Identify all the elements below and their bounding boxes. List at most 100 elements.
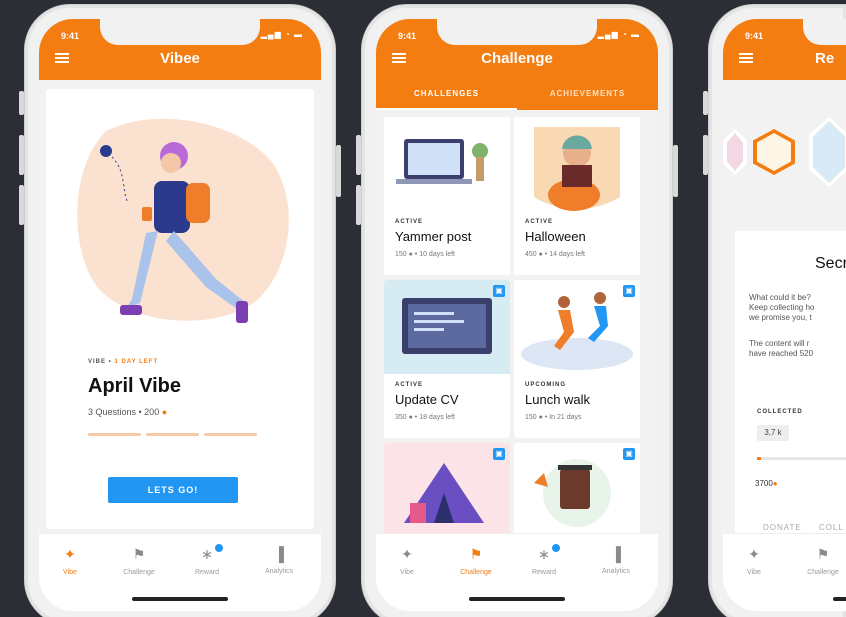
- nav-reward[interactable]: ∗ Reward: [514, 542, 574, 576]
- nav-challenge[interactable]: ⚑ Challenge: [446, 546, 506, 576]
- lock-icon: ▣: [623, 285, 635, 297]
- phone-side-button: [703, 91, 708, 115]
- phone-challenge: 9:41 ▂▄▆ ◔ ▬ Challenge CHALLENGES ACHIEV…: [356, 4, 678, 617]
- nav-label: Analytics: [264, 568, 293, 575]
- collected-label: COLLECTED: [757, 409, 803, 415]
- collect-button[interactable]: COLL: [819, 523, 844, 532]
- analytics-icon: ▐: [274, 546, 284, 562]
- nav-vibe[interactable]: ✦ Vibe: [724, 546, 784, 576]
- collected-amount: 3700●: [755, 479, 778, 488]
- app-title: Vibee: [160, 50, 200, 67]
- walking-person-illustration: [77, 118, 289, 323]
- nav-analytics[interactable]: ▐ Analytics: [249, 546, 309, 575]
- camping-illustration: [384, 443, 510, 537]
- card-title: Halloween: [525, 229, 586, 244]
- home-indicator: [469, 597, 565, 601]
- description-line: Keep collecting ho: [749, 303, 815, 312]
- nav-challenge[interactable]: ⚑ Challenge: [793, 546, 846, 576]
- challenge-card[interactable]: ACTIVE Yammer post 150 ● • 10 days left: [384, 117, 510, 275]
- halloween-illustration: [514, 117, 640, 211]
- lock-icon: ▣: [623, 448, 635, 460]
- nav-label: Vibe: [747, 569, 761, 576]
- nav-analytics[interactable]: ▐ Analytics: [586, 546, 646, 575]
- challenge-card[interactable]: ▣ UPCOMING Lunch walk 150 ● • In 21 days: [514, 280, 640, 438]
- lets-go-button[interactable]: LETS GO!: [108, 477, 238, 503]
- phone-reward: 9:41 Re Secre What could it be? Keep col…: [703, 4, 846, 617]
- notification-badge: [213, 542, 225, 554]
- card-title: Lunch walk: [525, 392, 591, 407]
- card-title: Yammer post: [395, 229, 472, 244]
- reward-icon: ∗: [201, 546, 213, 562]
- flag-icon: ⚑: [469, 546, 483, 562]
- status-icons: ▂▄▆ ◔ ▬: [260, 30, 303, 39]
- phone-vibe: 9:41 ▂▄▆ ◔ ▬ Vibee VIBE • 1 DAY LEFT Apr…: [19, 4, 341, 617]
- phone-side-button: [336, 145, 341, 197]
- notch: [437, 19, 597, 45]
- challenge-card[interactable]: ACTIVE Halloween 450 ● • 14 days left: [514, 117, 640, 275]
- badge-hexagon[interactable]: [753, 129, 795, 175]
- phone-screen: 9:41 Re Secre What could it be? Keep col…: [723, 19, 846, 611]
- card-info: 150 ● • In 21 days: [525, 414, 582, 421]
- card-info: 150 ● • 10 days left: [395, 251, 455, 258]
- questions-text: 3 Questions • 200: [88, 407, 160, 417]
- reward-title: Secre: [815, 255, 846, 272]
- app-bar: 9:41 ▂▄▆ ◔ ▬ Challenge: [376, 19, 658, 80]
- analytics-icon: ▐: [611, 546, 621, 562]
- card-status: ACTIVE: [525, 219, 554, 225]
- collection-progress: [757, 457, 846, 460]
- flag-icon: ⚑: [132, 546, 146, 562]
- app-bar: 9:41 ▂▄▆ ◔ ▬ Vibee: [39, 19, 321, 80]
- phone-side-button: [356, 185, 361, 225]
- progress-segment: [204, 433, 257, 436]
- card-info: 450 ● • 14 days left: [525, 251, 585, 258]
- vibe-icon: ✦: [748, 546, 760, 562]
- nav-vibe[interactable]: ✦ Vibe: [40, 546, 100, 576]
- menu-icon[interactable]: [739, 53, 753, 63]
- nav-reward[interactable]: ∗ Reward: [177, 542, 237, 576]
- badge-fill: [813, 121, 845, 183]
- description-line: What could it be?: [749, 293, 811, 302]
- reward-description: What could it be? Keep collecting ho we …: [749, 293, 846, 323]
- phone-side-button: [673, 145, 678, 197]
- badge-row: [723, 99, 846, 209]
- tab-bar: CHALLENGES ACHIEVEMENTS: [376, 80, 658, 110]
- nav-label: Analytics: [601, 568, 630, 575]
- question-progress: [88, 433, 257, 436]
- nav-label: Vibe: [63, 569, 77, 576]
- badge-hexagon[interactable]: [809, 117, 846, 187]
- tab-achievements[interactable]: ACHIEVEMENTS: [517, 80, 658, 110]
- app-bar: 9:41 Re: [723, 19, 846, 80]
- status-icons: ▂▄▆ ◔ ▬: [597, 30, 640, 39]
- tab-challenges[interactable]: CHALLENGES: [376, 80, 517, 110]
- secret-reward-card: Secre What could it be? Keep collecting …: [735, 231, 846, 549]
- coin-icon: ●: [772, 479, 778, 488]
- status-time: 9:41: [398, 31, 417, 41]
- nav-challenge[interactable]: ⚑ Challenge: [109, 546, 169, 576]
- nav-label: Reward: [194, 569, 220, 576]
- progress-segment: [88, 433, 141, 436]
- cv-illustration: [384, 280, 510, 374]
- badge-hexagon[interactable]: [723, 129, 747, 175]
- description-line: The content will r: [749, 339, 810, 348]
- app-title: Re: [815, 50, 835, 67]
- nav-label: Challenge: [807, 569, 839, 576]
- vibe-meta: VIBE • 1 DAY LEFT: [88, 359, 158, 365]
- donate-button[interactable]: DONATE: [763, 523, 802, 532]
- card-info: 350 ● • 18 days left: [395, 414, 455, 421]
- vibe-title: April Vibe: [88, 375, 181, 397]
- nav-label: Challenge: [460, 569, 492, 576]
- badge-fill: [757, 133, 791, 171]
- challenge-card[interactable]: ▣ ACTIVE Update CV 350 ● • 18 days left: [384, 280, 510, 438]
- amount-value: 3700: [755, 479, 773, 488]
- description-line: have reached 520: [749, 349, 814, 358]
- days-left: 1 DAY LEFT: [114, 359, 159, 365]
- home-indicator: [833, 597, 846, 601]
- vibe-icon: ✦: [64, 546, 76, 562]
- vibe-card: VIBE • 1 DAY LEFT April Vibe 3 Questions…: [46, 89, 314, 529]
- nav-vibe[interactable]: ✦ Vibe: [377, 546, 437, 576]
- notch: [803, 19, 846, 45]
- card-status: ACTIVE: [395, 382, 424, 388]
- laptop-illustration: [384, 117, 510, 211]
- phone-side-button: [356, 135, 361, 175]
- card-title: Update CV: [395, 392, 459, 407]
